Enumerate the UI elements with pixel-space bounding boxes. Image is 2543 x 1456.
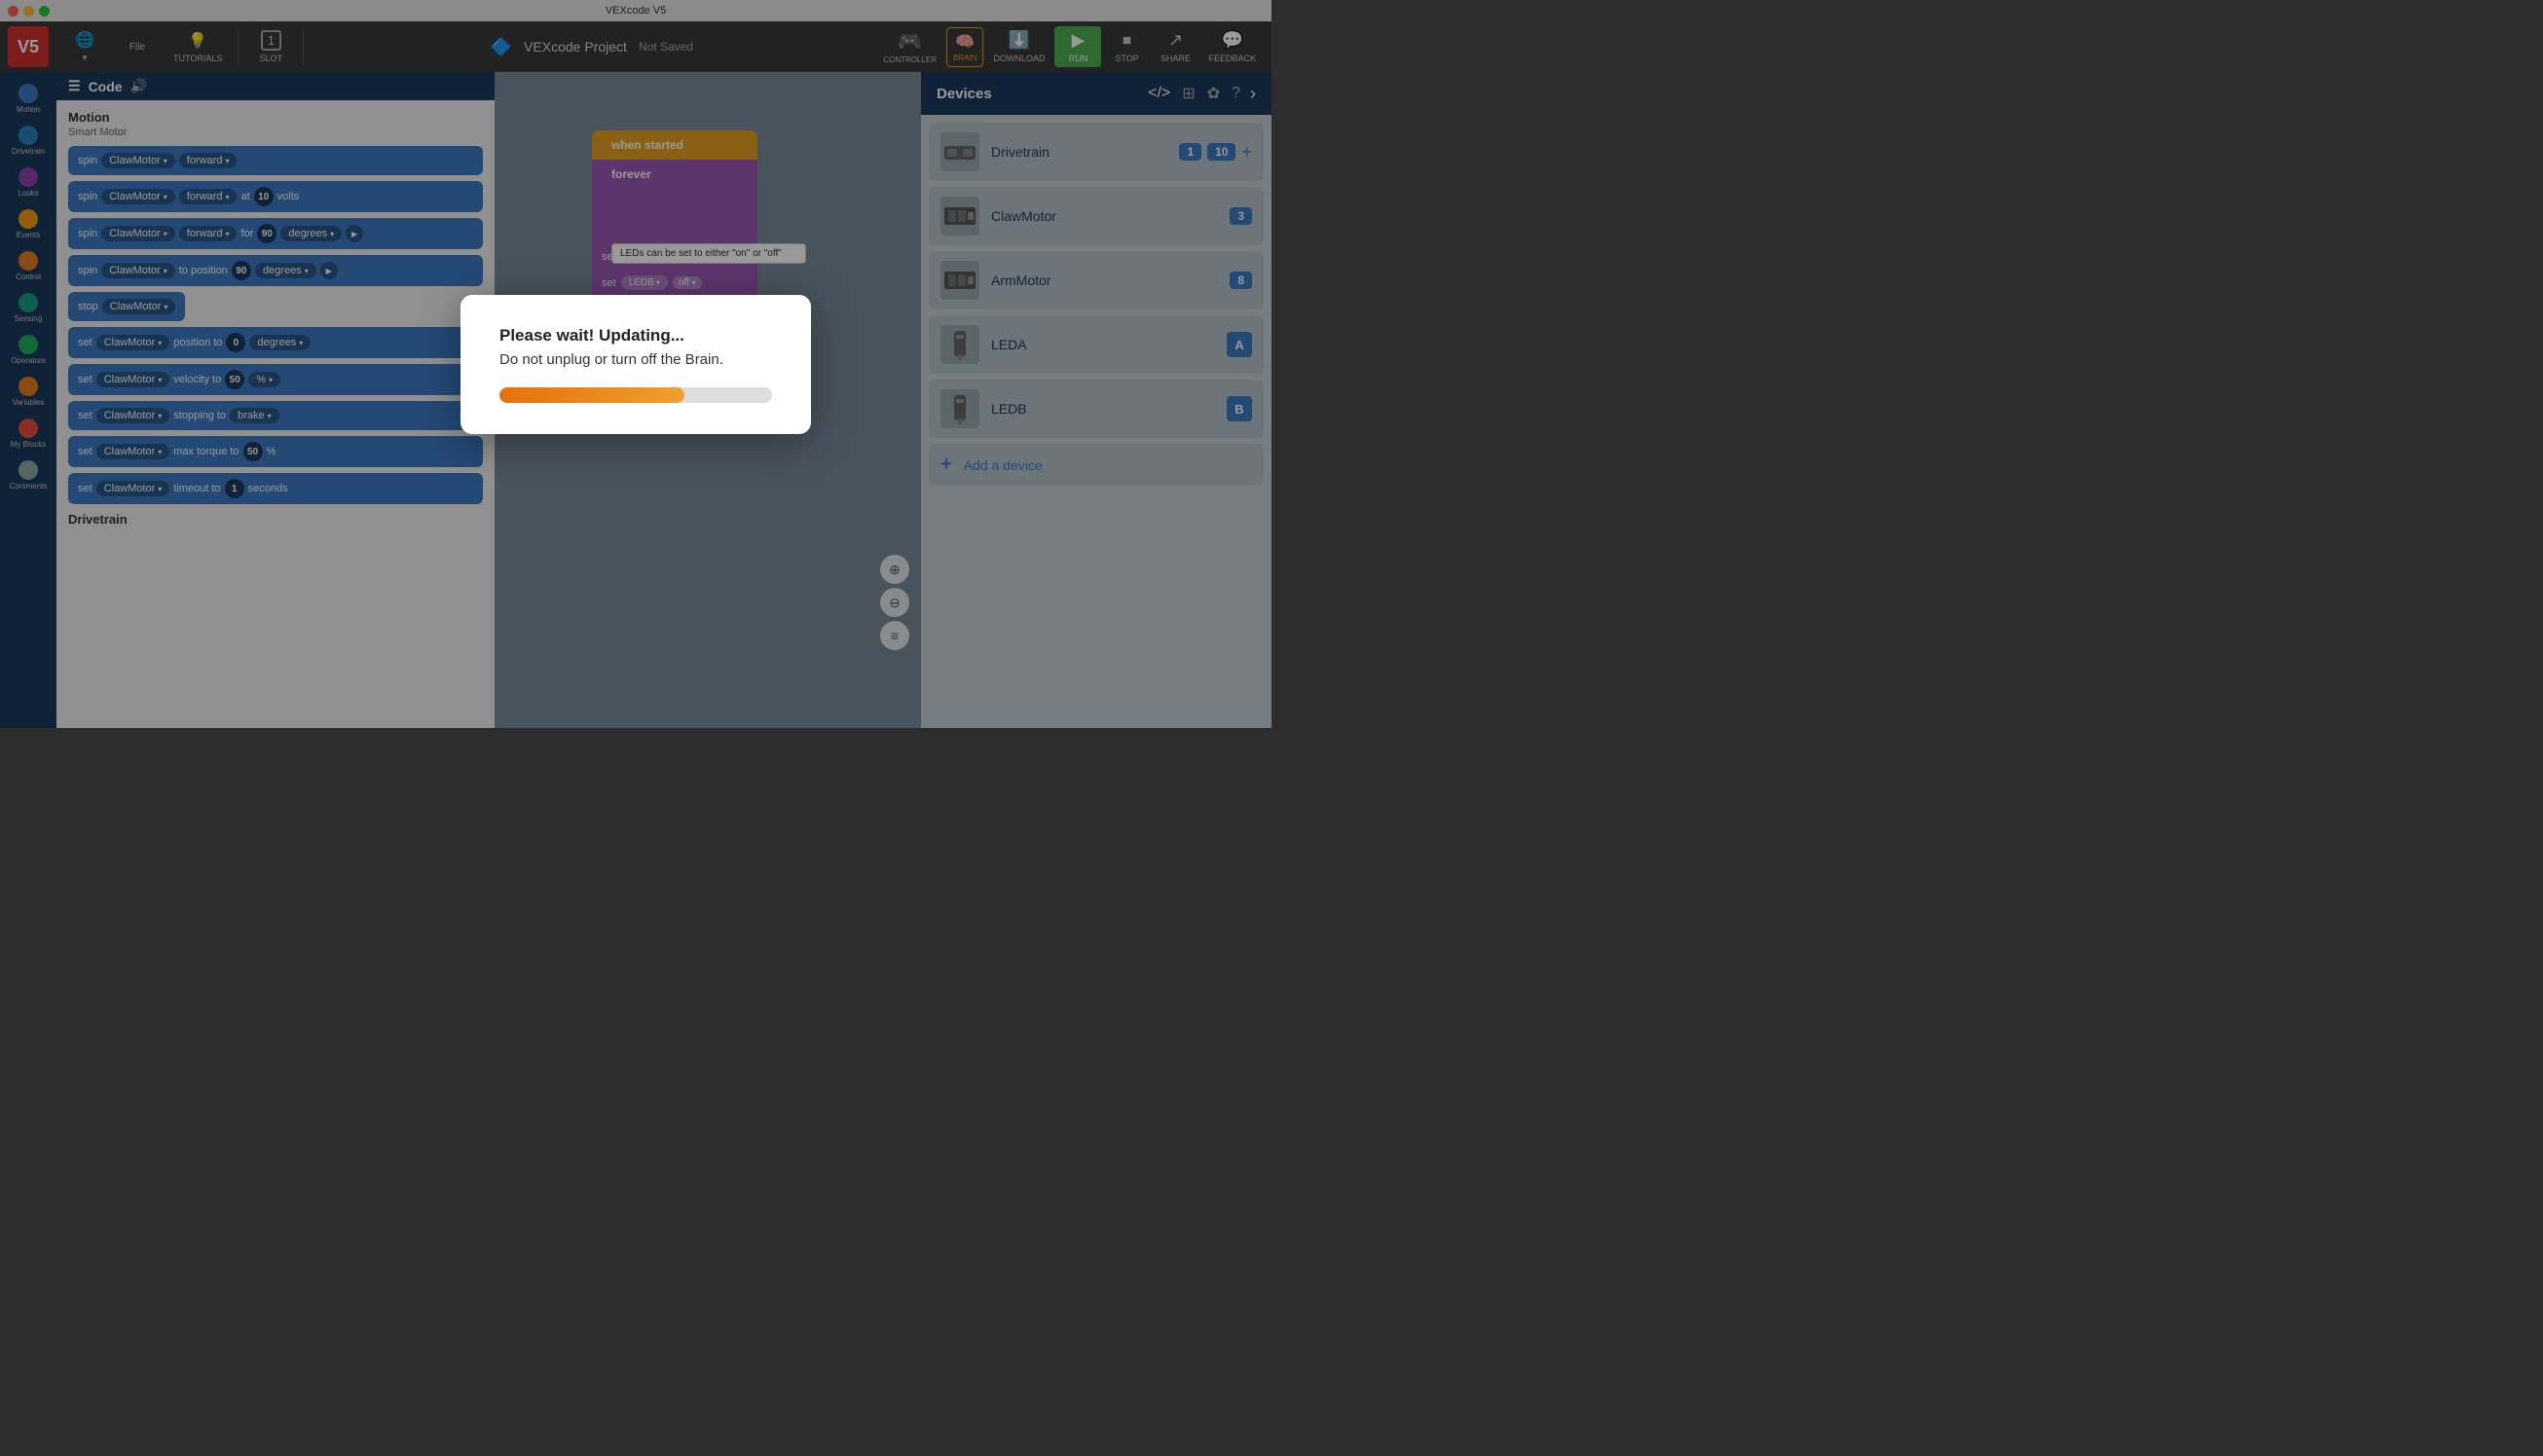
modal-overlay: Please wait! Updating... Do not unplug o… (0, 0, 1272, 728)
update-modal: Please wait! Updating... Do not unplug o… (461, 295, 811, 434)
progress-bar-background (499, 387, 772, 403)
modal-subtitle: Do not unplug or turn off the Brain. (499, 351, 772, 368)
progress-bar-fill (499, 387, 684, 403)
modal-title: Please wait! Updating... (499, 326, 772, 346)
